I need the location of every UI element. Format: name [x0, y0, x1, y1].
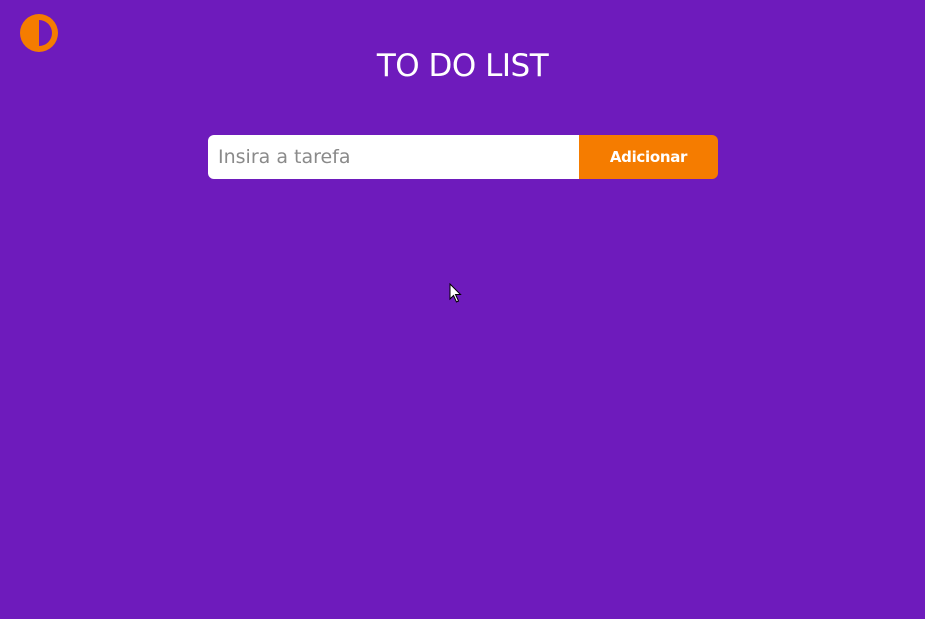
page-title: TO DO LIST	[376, 48, 549, 84]
mouse-cursor-icon	[449, 283, 462, 304]
add-task-form: Adicionar	[208, 135, 718, 179]
task-input[interactable]	[208, 135, 579, 179]
add-button[interactable]: Adicionar	[579, 135, 718, 179]
page: TO DO LIST Adicionar	[0, 0, 925, 619]
